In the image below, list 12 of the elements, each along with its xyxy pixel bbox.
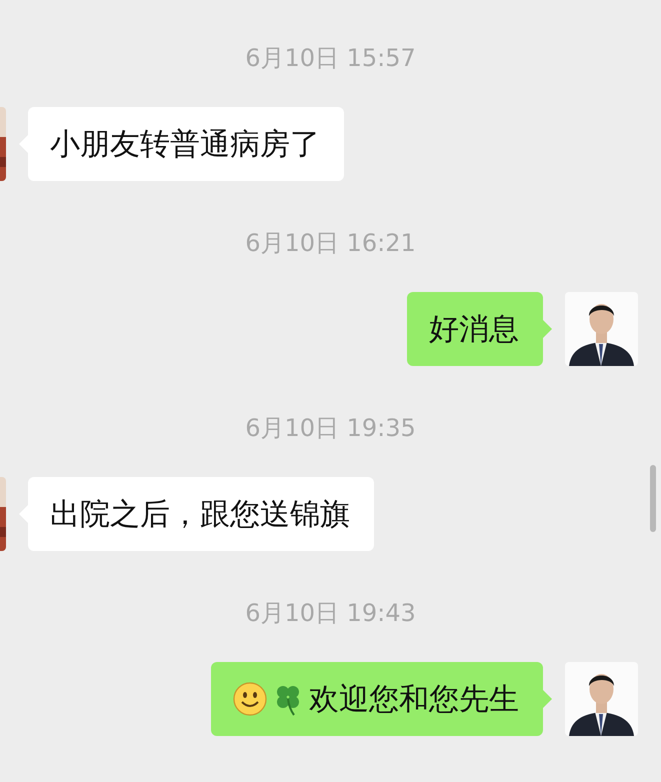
bubble-tail — [543, 690, 552, 708]
message-bubble: 好消息 — [407, 292, 543, 366]
message-bubble: 欢迎您和您先生 — [211, 662, 543, 736]
message-bubble: 小朋友转普通病房了 — [28, 107, 344, 181]
smiley-icon — [233, 682, 267, 716]
timestamp: 6月10日 15:57 — [245, 43, 416, 73]
timestamp: 6月10日 19:35 — [245, 413, 416, 443]
scrollbar — [650, 465, 656, 532]
message-bubble: 出院之后，跟您送锦旗 — [28, 477, 374, 551]
timestamp: 6月10日 19:43 — [245, 598, 416, 628]
timestamp: 6月10日 16:21 — [245, 228, 416, 258]
bubble-tail — [543, 320, 552, 338]
